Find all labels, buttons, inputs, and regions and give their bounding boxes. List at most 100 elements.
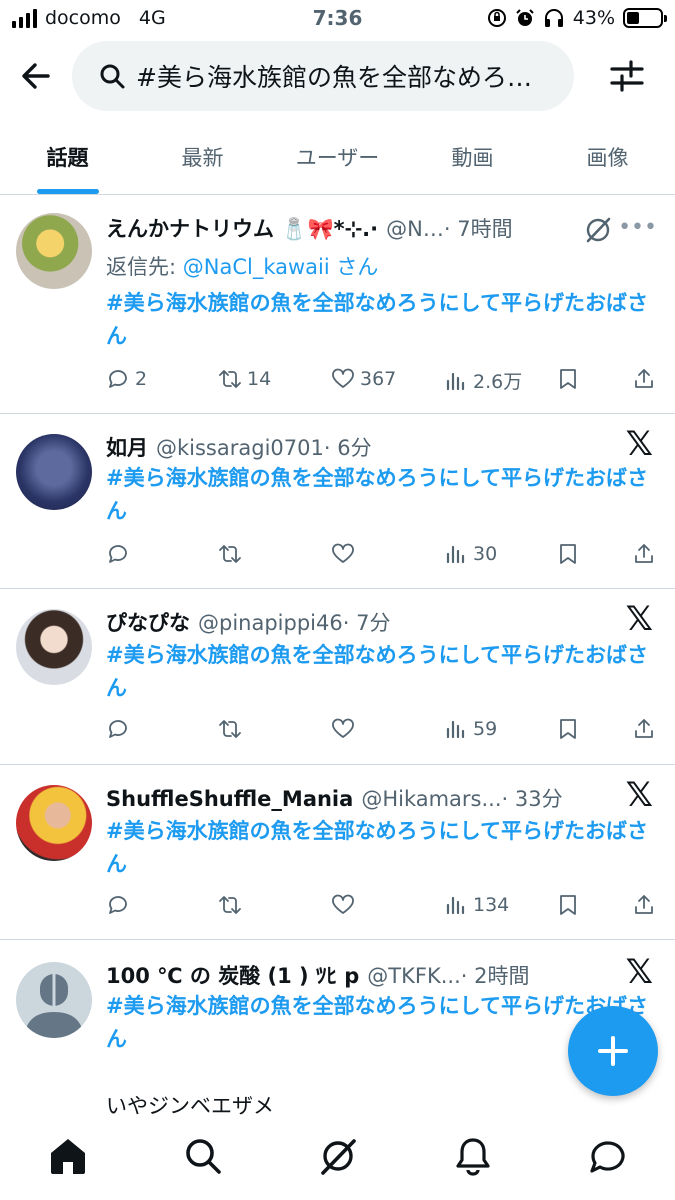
avatar[interactable] <box>16 962 92 1038</box>
search-icon <box>185 1139 221 1174</box>
tweet-actions: 2 14 367 2.6万 <box>106 367 656 397</box>
search-header: #美ら海水族館の魚を全部なめろうにして平らげたおばさん <box>0 38 675 114</box>
x-logo-icon[interactable]: 𝕏 <box>626 599 653 639</box>
tab-top[interactable]: 話題 <box>0 126 135 194</box>
more-options-icon[interactable]: ••• <box>618 215 657 240</box>
bottom-nav <box>0 1125 675 1200</box>
retweet-icon <box>219 896 241 914</box>
view-count: 2.6万 <box>473 371 523 393</box>
arrow-left-icon[interactable] <box>18 58 54 94</box>
views-button[interactable]: 30 <box>444 542 497 566</box>
nav-grok[interactable] <box>270 1125 405 1200</box>
display-name[interactable]: 100 ℃ の 炭酸 (1 ) ﾂﾋ p <box>106 960 359 990</box>
share-button[interactable] <box>632 542 656 566</box>
reply-button[interactable]: 2 <box>106 367 147 391</box>
tab-latest[interactable]: 最新 <box>135 126 270 194</box>
like-button[interactable] <box>331 893 355 917</box>
share-button[interactable] <box>632 893 656 917</box>
avatar[interactable] <box>16 609 92 685</box>
tweet[interactable]: えんかナトリウム 🧂🎀*⊹.· @N… · 7時間 ••• 返信先: @NaCl… <box>0 195 675 414</box>
tweet-actions: 134 <box>106 893 656 923</box>
alarm-icon <box>516 9 534 26</box>
share-icon <box>635 544 653 563</box>
bookmark-button[interactable] <box>556 367 580 391</box>
tweet-actions: 59 <box>106 717 656 747</box>
reply-to-link[interactable]: @NaCl_kawaii <box>183 255 330 279</box>
reply-button[interactable] <box>106 893 130 917</box>
views-button[interactable]: 134 <box>444 893 509 917</box>
sliders-icon[interactable] <box>609 58 645 94</box>
timestamp[interactable]: · 7時間 <box>444 213 513 243</box>
share-button[interactable] <box>632 367 656 391</box>
nav-notifications[interactable] <box>405 1125 540 1200</box>
tab-videos[interactable]: 動画 <box>405 126 540 194</box>
tab-people[interactable]: ユーザー <box>270 126 405 194</box>
views-icon <box>446 372 465 390</box>
avatar[interactable] <box>16 785 92 861</box>
reply-icon <box>109 370 127 388</box>
like-button[interactable] <box>331 542 355 566</box>
bookmark-icon <box>560 369 576 389</box>
bookmark-button[interactable] <box>556 542 580 566</box>
message-icon <box>589 1141 625 1173</box>
nav-search[interactable] <box>135 1125 270 1200</box>
nav-messages[interactable] <box>540 1125 675 1200</box>
retweet-button[interactable] <box>218 893 242 917</box>
share-button[interactable] <box>632 717 656 741</box>
view-count: 134 <box>473 894 510 916</box>
like-button[interactable]: 367 <box>331 367 396 391</box>
tab-images[interactable]: 画像 <box>540 126 675 194</box>
tweet-text-extra[interactable]: いやジンベエザメ <box>106 1090 274 1120</box>
views-button[interactable]: 59 <box>444 717 497 741</box>
reply-icon <box>109 545 127 563</box>
display-name[interactable]: 如月 <box>106 432 148 462</box>
user-handle[interactable]: @N… <box>386 217 444 241</box>
tweet-text[interactable]: #美ら海水族館の魚を全部なめろうにして平らげたおばさん <box>106 287 656 353</box>
tweet-text[interactable]: #美ら海水族館の魚を全部なめろうにして平らげたおばさん <box>106 462 656 528</box>
timestamp[interactable]: · 6分 <box>324 432 372 462</box>
user-handle[interactable]: @TKFK... <box>367 964 460 988</box>
display-name[interactable]: ShuffleShuffle_Mania <box>106 787 353 811</box>
compose-button[interactable] <box>568 1006 658 1096</box>
share-icon <box>635 719 653 738</box>
display-name[interactable]: えんかナトリウム 🧂🎀*⊹.· <box>106 213 378 243</box>
avatar[interactable] <box>16 213 92 289</box>
timestamp[interactable]: · 33分 <box>502 783 563 813</box>
reply-button[interactable] <box>106 717 130 741</box>
avatar[interactable] <box>16 434 92 510</box>
tweet-text[interactable]: #美ら海水族館の魚を全部なめろうにして平らげたおばさん <box>106 815 656 881</box>
retweet-button[interactable] <box>218 542 242 566</box>
views-button[interactable]: 2.6万 <box>444 367 522 394</box>
display-name[interactable]: ぴなぴな <box>106 607 190 637</box>
view-count: 59 <box>473 718 498 740</box>
bookmark-button[interactable] <box>556 717 580 741</box>
bookmark-button[interactable] <box>556 893 580 917</box>
retweet-button[interactable]: 14 <box>218 367 271 391</box>
x-logo-icon[interactable]: 𝕏 <box>626 775 653 815</box>
user-handle[interactable]: @pinapippi46 <box>198 611 343 635</box>
x-logo-icon[interactable]: 𝕏 <box>626 952 653 992</box>
views-icon <box>446 545 465 564</box>
timestamp[interactable]: · 7分 <box>343 607 391 637</box>
tweet[interactable]: ShuffleShuffle_Mania @Hikamars... · 33分 … <box>0 765 675 940</box>
tweet-text[interactable]: #美ら海水族館の魚を全部なめろうにして平らげたおばさん <box>106 639 656 705</box>
heart-icon <box>332 543 354 563</box>
nav-home[interactable] <box>0 1125 135 1200</box>
search-query: #美ら海水族館の魚を全部なめろうにして平らげたおばさん <box>136 63 556 92</box>
tweet[interactable]: 如月 @kissaragi0701 · 6分 𝕏 #美ら海水族館の魚を全部なめろ… <box>0 414 675 589</box>
x-logo-icon[interactable]: 𝕏 <box>626 424 653 464</box>
retweet-icon <box>219 720 241 738</box>
grok-icon[interactable] <box>583 215 613 245</box>
reply-button[interactable] <box>106 542 130 566</box>
search-input[interactable]: #美ら海水族館の魚を全部なめろうにして平らげたおばさん <box>72 41 574 111</box>
orientation-lock-icon <box>487 9 506 27</box>
bell-icon <box>455 1138 490 1176</box>
user-handle[interactable]: @kissaragi0701 <box>156 436 324 460</box>
timestamp[interactable]: · 2時間 <box>461 960 530 990</box>
bookmark-icon <box>560 895 576 915</box>
user-handle[interactable]: @Hikamars... <box>361 787 501 811</box>
tweet[interactable]: ぴなぴな @pinapippi46 · 7分 𝕏 #美ら海水族館の魚を全部なめろ… <box>0 589 675 765</box>
like-button[interactable] <box>331 717 355 741</box>
reply-icon <box>109 896 127 914</box>
retweet-button[interactable] <box>218 717 242 741</box>
